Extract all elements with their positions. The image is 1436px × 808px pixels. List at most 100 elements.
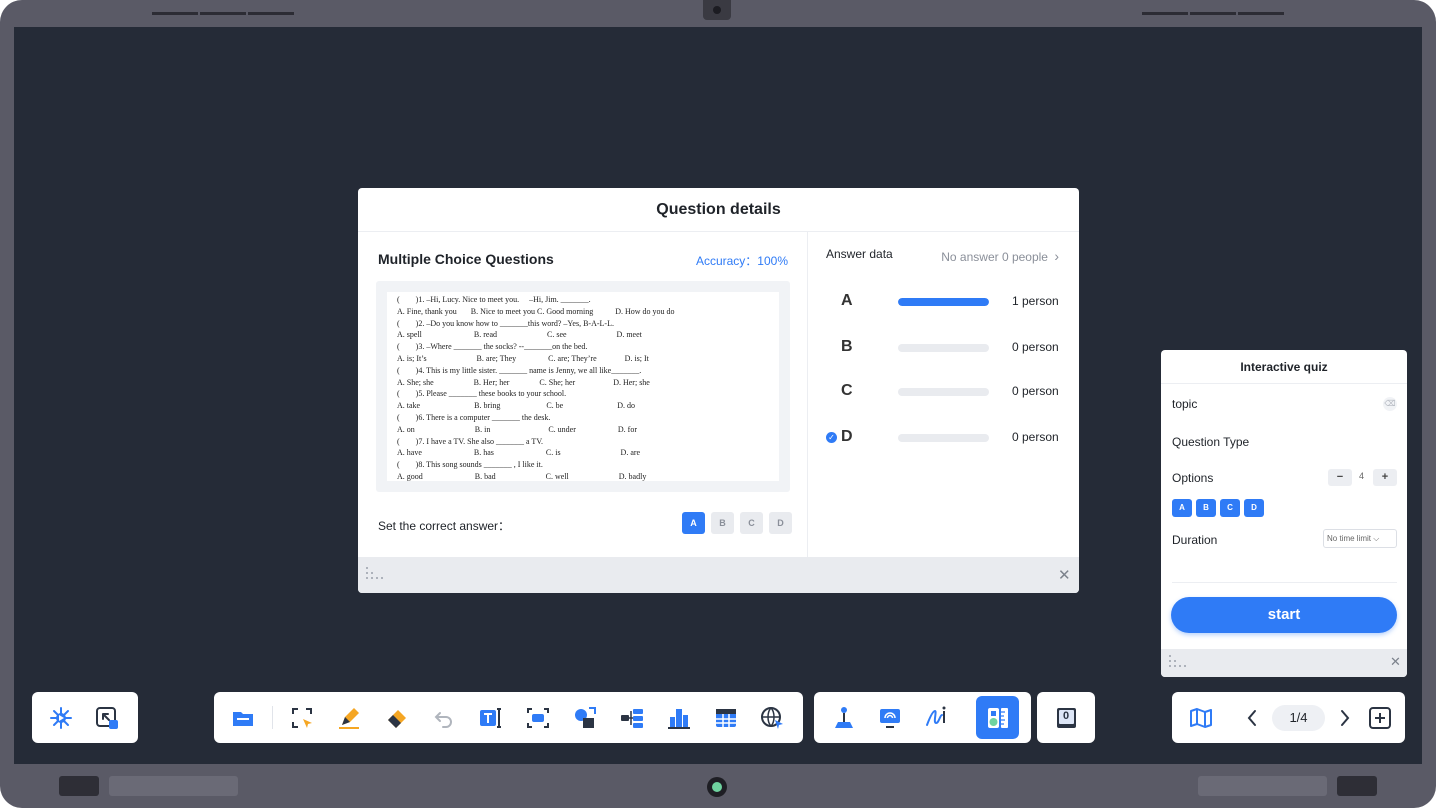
subject-tools-icon[interactable] xyxy=(666,705,692,731)
start-button[interactable]: start xyxy=(1171,597,1397,633)
question-details-dialog: Question details Multiple Choice Questio… xyxy=(358,188,1079,593)
undo-icon[interactable] xyxy=(431,705,457,731)
browser-icon[interactable] xyxy=(759,705,785,731)
eraser-icon[interactable] xyxy=(384,705,410,731)
correct-answer-selector: ABCD xyxy=(682,512,792,534)
next-page-icon[interactable] xyxy=(1332,705,1358,731)
answer-letter: C xyxy=(841,382,853,399)
drag-handle-icon[interactable] xyxy=(1169,655,1187,671)
table-icon[interactable] xyxy=(713,705,739,731)
answer-data-panel: Answer data No answer 0 people › A 1 pers… xyxy=(809,232,1079,557)
duration-select[interactable]: No time limit ⌵ xyxy=(1323,529,1397,548)
option-chip[interactable]: B xyxy=(1196,499,1216,517)
handwriting-icon[interactable] xyxy=(924,705,950,731)
answer-stat-row: A 1 person xyxy=(809,290,1079,314)
power-led-icon xyxy=(707,777,727,797)
options-decrease-button[interactable]: − xyxy=(1328,469,1352,486)
options-label: Options xyxy=(1172,471,1214,485)
question-type-label: Question Type xyxy=(1172,435,1250,449)
answer-progress-bar xyxy=(898,434,989,442)
answer-progress-bar xyxy=(898,344,989,352)
question-type-title: Multiple Choice Questions xyxy=(378,251,554,267)
answer-stat-row: C 0 person xyxy=(809,380,1079,404)
question-line: A. take B. bring C. be D. do xyxy=(397,401,635,411)
answer-progress-bar xyxy=(898,298,989,306)
dialog-footer: ✕ xyxy=(358,557,1079,593)
answer-option-button[interactable]: B xyxy=(711,512,734,534)
option-chip[interactable]: D xyxy=(1244,499,1264,517)
screen-cast-icon[interactable] xyxy=(877,705,903,731)
divider xyxy=(1172,582,1397,583)
camera-icon xyxy=(703,0,731,20)
answer-option-button[interactable]: A xyxy=(682,512,705,534)
answer-count: 1 person xyxy=(1012,294,1059,308)
answer-count: 0 person xyxy=(1012,384,1059,398)
question-line: ( )6. There is a computer _______ the de… xyxy=(397,412,551,422)
text-tool-icon[interactable] xyxy=(478,705,504,731)
bezel-button xyxy=(59,776,99,796)
option-chips: ABCD xyxy=(1172,499,1264,517)
question-line: ( )1. –Hi, Lucy. Nice to meet you. –Hi, … xyxy=(397,295,591,304)
answer-option-button[interactable]: D xyxy=(769,512,792,534)
folder-icon[interactable] xyxy=(230,705,256,731)
answer-option-button[interactable]: C xyxy=(740,512,763,534)
bezel-slot xyxy=(1198,776,1327,796)
screen-capture-icon[interactable] xyxy=(525,705,551,731)
classroom-tools-icon[interactable] xyxy=(985,705,1011,731)
close-icon[interactable]: ✕ xyxy=(1390,654,1401,670)
bezel-button xyxy=(1337,776,1377,796)
toolbar-main xyxy=(214,692,803,743)
question-line: A. have B. has C. is D. are xyxy=(397,448,641,458)
mind-map-icon[interactable] xyxy=(619,705,645,731)
interactive-quiz-panel: Interactive quiz topic ⌫ Question Type O… xyxy=(1161,350,1407,677)
page-map-icon[interactable] xyxy=(1188,705,1214,731)
screenshot-select-icon[interactable] xyxy=(289,705,315,731)
shapes-icon[interactable] xyxy=(572,705,598,731)
option-chip[interactable]: A xyxy=(1172,499,1192,517)
answer-data-label: Answer data xyxy=(826,247,893,261)
quiz-title: Interactive quiz xyxy=(1161,350,1407,384)
options-count: 4 xyxy=(1359,471,1365,481)
question-line: ( )2. –Do you know how to _______this wo… xyxy=(397,318,614,328)
question-line: ( )5. Please _______ these books to your… xyxy=(397,389,567,399)
tool-launcher-icon[interactable] xyxy=(48,705,74,731)
option-chip[interactable]: C xyxy=(1220,499,1240,517)
joystick-icon[interactable] xyxy=(831,705,857,731)
close-icon[interactable]: ✕ xyxy=(1058,566,1071,584)
divider xyxy=(272,706,273,729)
bezel-strip xyxy=(1238,12,1284,15)
question-image-frame: ( )1. –Hi, Lucy. Nice to meet you. –Hi, … xyxy=(376,281,790,492)
board-counter-icon[interactable]: 0 xyxy=(1053,705,1079,731)
answer-progress-bar xyxy=(898,388,989,396)
set-answer-label: Set the correct answer： xyxy=(378,519,511,533)
answer-letter: D xyxy=(841,428,853,445)
question-line: ( )8. This song sounds _______ , I like … xyxy=(397,460,543,470)
board-counter: 0 xyxy=(1062,710,1070,722)
question-line: ( )7. I have a TV. She also _______ a TV… xyxy=(397,436,544,446)
answer-stat-row: ✓ D 0 person xyxy=(809,426,1079,450)
page-indicator[interactable]: 1/4 xyxy=(1272,705,1325,731)
no-answer-link[interactable]: No answer 0 people › xyxy=(941,248,1059,264)
pen-icon[interactable] xyxy=(336,705,362,731)
question-panel: Multiple Choice Questions Accuracy：100% … xyxy=(358,232,808,557)
previous-page-icon[interactable] xyxy=(1239,705,1265,731)
bezel-strip xyxy=(200,12,246,15)
screen-switch-icon[interactable] xyxy=(94,705,120,731)
answer-count: 0 person xyxy=(1012,430,1059,444)
dialog-title: Question details xyxy=(358,188,1079,232)
correct-check-icon: ✓ xyxy=(826,432,837,443)
drag-handle-icon[interactable] xyxy=(366,567,384,583)
answer-letter: B xyxy=(841,338,853,355)
bezel-slot xyxy=(109,776,238,796)
duration-label: Duration xyxy=(1172,533,1218,547)
answer-letter: A xyxy=(841,292,853,309)
toolbar-board: 0 xyxy=(1037,692,1095,743)
answer-stat-row: B 0 person xyxy=(809,336,1079,360)
bezel-strip xyxy=(1142,12,1188,15)
answer-progress-fill xyxy=(898,298,989,306)
options-increase-button[interactable]: + xyxy=(1373,469,1397,486)
toolbar-interactive xyxy=(814,692,1031,743)
trash-icon[interactable]: ⌫ xyxy=(1383,397,1397,411)
add-page-icon[interactable] xyxy=(1367,705,1393,731)
question-line: A. spell B. read C. see D. meet xyxy=(397,330,642,340)
